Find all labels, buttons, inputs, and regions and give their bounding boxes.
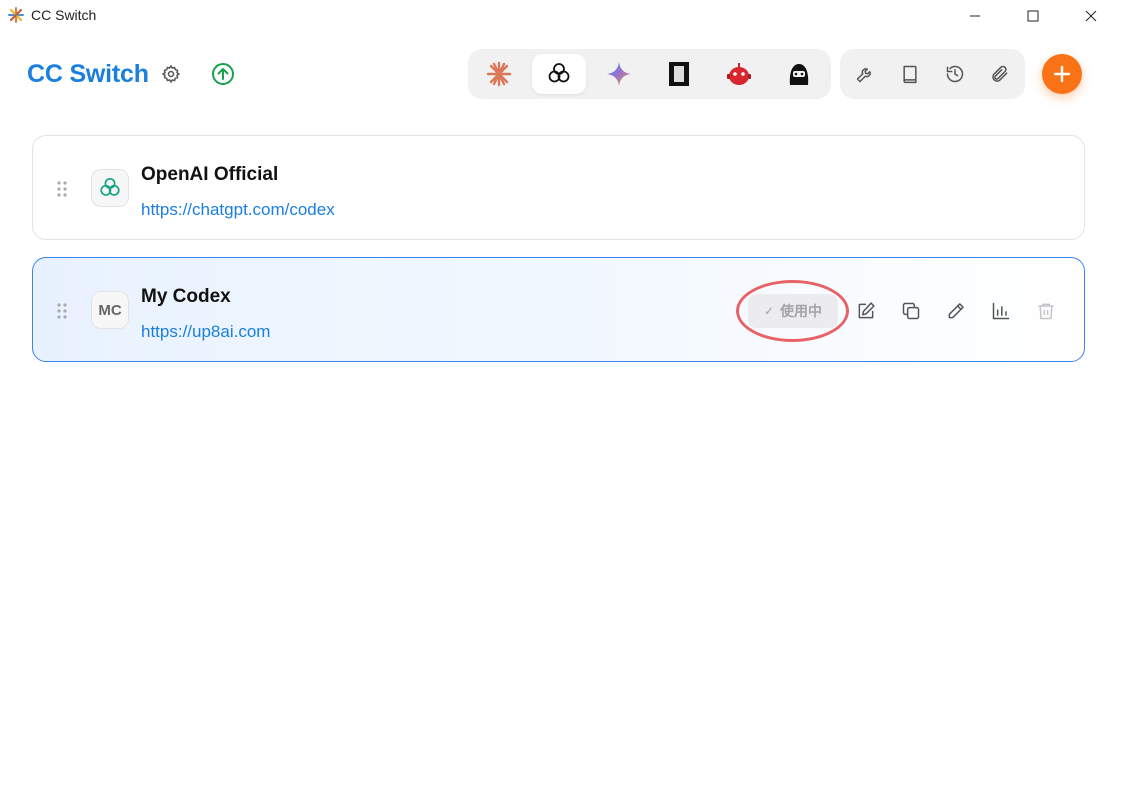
terminal-app-icon bbox=[669, 62, 689, 86]
window-titlebar: CC Switch bbox=[0, 0, 1121, 32]
tab-codex[interactable] bbox=[532, 54, 586, 94]
minimize-icon bbox=[970, 15, 980, 17]
chart-bars-icon bbox=[992, 302, 1010, 320]
tab-robot[interactable] bbox=[712, 54, 766, 94]
provider-card[interactable]: OpenAI Official https://chatgpt.com/code… bbox=[32, 135, 1085, 240]
minimize-button[interactable] bbox=[952, 0, 998, 32]
edit-icon bbox=[858, 302, 875, 319]
plus-icon bbox=[1053, 65, 1071, 83]
close-icon bbox=[1085, 10, 1097, 22]
claude-starburst-icon bbox=[486, 61, 512, 87]
close-button[interactable] bbox=[1068, 0, 1114, 32]
edit-button[interactable] bbox=[854, 299, 878, 323]
gear-icon bbox=[161, 64, 181, 84]
window-title: CC Switch bbox=[31, 7, 97, 23]
tools-button[interactable] bbox=[853, 62, 877, 86]
history-icon bbox=[946, 65, 964, 83]
history-button[interactable] bbox=[943, 62, 967, 86]
provider-url[interactable]: https://chatgpt.com/codex bbox=[141, 200, 335, 220]
maximize-button[interactable] bbox=[1010, 0, 1056, 32]
paperclip-icon bbox=[992, 65, 1008, 82]
starburst-icon bbox=[8, 7, 24, 23]
tab-claude[interactable] bbox=[472, 54, 526, 94]
brand-title: CC Switch bbox=[27, 60, 149, 88]
attach-button[interactable] bbox=[988, 62, 1012, 86]
copy-icon bbox=[902, 302, 920, 320]
add-provider-button[interactable] bbox=[1042, 54, 1082, 94]
docs-button[interactable] bbox=[898, 62, 922, 86]
provider-card-active[interactable]: MC My Codex https://up8ai.com ✓ 使用中 bbox=[32, 257, 1085, 362]
openai-icon bbox=[100, 177, 120, 196]
settings-button[interactable] bbox=[159, 62, 183, 86]
tab-gemini[interactable] bbox=[592, 54, 646, 94]
update-button[interactable] bbox=[211, 62, 235, 86]
trash-icon bbox=[1038, 303, 1054, 320]
pencil-icon bbox=[948, 303, 964, 319]
rename-button[interactable] bbox=[944, 299, 968, 323]
usage-button[interactable] bbox=[989, 299, 1013, 323]
openai-icon bbox=[548, 63, 570, 83]
delete-button[interactable] bbox=[1034, 299, 1058, 323]
tab-ninja[interactable] bbox=[772, 54, 826, 94]
provider-logo: MC bbox=[91, 291, 129, 329]
ninja-icon bbox=[789, 64, 809, 85]
drag-handle-icon[interactable] bbox=[57, 303, 67, 319]
book-icon bbox=[903, 65, 917, 84]
highlight-ring bbox=[736, 280, 849, 342]
wrench-icon bbox=[856, 68, 871, 83]
provider-logo bbox=[91, 169, 129, 207]
provider-url[interactable]: https://up8ai.com bbox=[141, 322, 270, 342]
app-switcher bbox=[468, 49, 831, 99]
drag-handle-icon[interactable] bbox=[57, 181, 67, 197]
robot-icon bbox=[727, 63, 751, 85]
arrow-up-circle-icon bbox=[212, 63, 234, 85]
tools-group bbox=[840, 49, 1025, 99]
tab-terminal[interactable] bbox=[652, 54, 706, 94]
provider-name: My Codex bbox=[141, 286, 231, 307]
gemini-sparkle-icon bbox=[607, 62, 631, 86]
duplicate-button[interactable] bbox=[899, 299, 923, 323]
maximize-icon bbox=[1027, 10, 1039, 22]
provider-logo-text: MC bbox=[98, 301, 122, 319]
provider-name: OpenAI Official bbox=[141, 164, 279, 185]
